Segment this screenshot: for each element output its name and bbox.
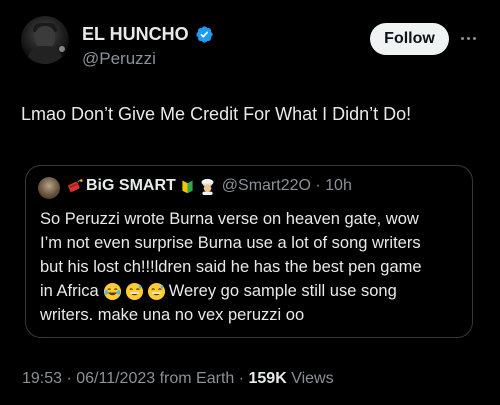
- quoted-line-with-emojis: in Africa Werey go sample still use song: [40, 279, 465, 303]
- tweet-meta: 19:53 · 06/11/2023 from Earth · 159K Vie…: [22, 370, 334, 388]
- views-label: Views: [286, 370, 334, 387]
- author-handle[interactable]: @Peruzzi: [82, 49, 156, 69]
- quoted-handle-time[interactable]: @Smart22O · 10h: [222, 177, 352, 195]
- grinning-sweat-emoji: [125, 282, 143, 300]
- quoted-tweet-header: BiG SMART @Smart22O · 10h: [66, 177, 352, 195]
- dot: [466, 36, 470, 40]
- quoted-line: So Peruzzi wrote Burna verse on heaven g…: [40, 210, 419, 228]
- quoted-tweet[interactable]: BiG SMART @Smart22O · 10h So Peruzzi wro…: [25, 165, 473, 338]
- quoted-line-end: Werey go sample still use song: [168, 282, 397, 300]
- dot: [472, 36, 476, 40]
- crying-laughing-emoji: [103, 282, 121, 300]
- quoted-line: I’m not even surprise Burna use a lot of…: [40, 234, 421, 252]
- beginner-symbol-emoji: [182, 180, 193, 193]
- avatar-body: [27, 46, 63, 64]
- quoted-tweet-text: So Peruzzi wrote Burna verse on heaven g…: [40, 207, 465, 327]
- quoted-author-avatar[interactable]: [38, 177, 60, 199]
- follow-button[interactable]: Follow: [370, 23, 449, 55]
- tweet-time-date[interactable]: 19:53 · 06/11/2023 from Earth ·: [22, 370, 249, 387]
- quoted-author-name-row[interactable]: BiG SMART: [66, 177, 216, 195]
- quoted-line-start: in Africa: [40, 282, 99, 300]
- author-display-name[interactable]: EL HUNCHO: [82, 24, 189, 45]
- chef-emoji: [201, 178, 214, 195]
- views-count[interactable]: 159K: [249, 370, 287, 387]
- quoted-line: but his lost ch!!!ldren said he has the …: [40, 258, 422, 276]
- tweet-text: Lmao Don’t Give Me Credit For What I Did…: [21, 104, 412, 124]
- quoted-line: writers. make una no vex peruzzi oo: [40, 306, 305, 324]
- dot: [460, 36, 464, 40]
- more-options-icon[interactable]: [458, 28, 478, 48]
- grinning-sweat-emoji: [147, 282, 165, 300]
- author-name-row[interactable]: EL HUNCHO: [82, 24, 214, 45]
- dynamite-emoji: [68, 178, 83, 192]
- quoted-author-display-name[interactable]: BiG SMART: [86, 177, 176, 195]
- verified-badge-icon: [196, 26, 213, 43]
- avatar-head: [35, 26, 55, 48]
- author-avatar[interactable]: [21, 16, 69, 64]
- avatar-light: [59, 46, 65, 52]
- tweet-card: EL HUNCHO @Peruzzi Follow Lmao Don’t Giv…: [0, 0, 500, 405]
